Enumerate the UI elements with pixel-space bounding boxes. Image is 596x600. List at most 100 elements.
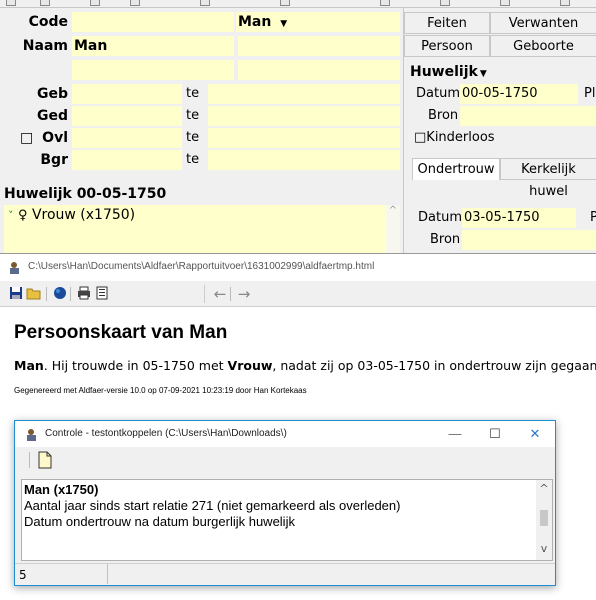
open-folder-icon[interactable] bbox=[26, 286, 42, 302]
new-document-icon[interactable] bbox=[37, 451, 53, 469]
section-title: Huwelijk bbox=[410, 64, 478, 80]
tab-ondertrouw[interactable]: Ondertrouw bbox=[412, 158, 500, 180]
toolbar-button[interactable] bbox=[90, 0, 100, 6]
status-divider bbox=[107, 564, 108, 584]
kinderloos-checkbox[interactable]: □Kinderloos bbox=[414, 128, 495, 148]
person-name: Man bbox=[14, 358, 44, 373]
bron-field[interactable] bbox=[460, 106, 596, 126]
te-label: te bbox=[186, 108, 200, 123]
geb-date-field[interactable] bbox=[72, 84, 182, 104]
code-field[interactable] bbox=[72, 12, 234, 32]
ovl-date-field[interactable] bbox=[72, 128, 182, 148]
naam-field[interactable]: Man bbox=[72, 36, 234, 56]
ovl-place-field[interactable] bbox=[208, 128, 400, 148]
toolbar-button[interactable] bbox=[200, 0, 210, 6]
sex-dropdown-value: Man bbox=[238, 14, 272, 30]
datum2-label: Datum bbox=[418, 210, 462, 225]
te-label: te bbox=[186, 86, 200, 101]
te-label: te bbox=[186, 130, 200, 145]
right-panel: Feiten Verwanten Persoon Geboorte Huweli… bbox=[403, 8, 596, 260]
maximize-button[interactable]: ☐ bbox=[475, 421, 515, 447]
checkbox-icon: □ bbox=[414, 130, 427, 145]
ged-date-field[interactable] bbox=[72, 106, 182, 126]
toolbar-button[interactable] bbox=[560, 0, 570, 6]
bgr-label: Bgr bbox=[40, 152, 68, 168]
forward-icon[interactable]: → bbox=[236, 286, 252, 302]
tab-feiten[interactable]: Feiten bbox=[404, 12, 490, 34]
back-icon[interactable]: ← bbox=[212, 286, 228, 302]
toolbar-button[interactable] bbox=[280, 0, 290, 6]
report-summary: Man. Hij trouwde in 05-1750 met Vrouw, n… bbox=[14, 358, 596, 373]
female-icon: ♀ bbox=[17, 208, 28, 223]
status-count: 5 bbox=[19, 568, 27, 582]
toolbar-button[interactable] bbox=[500, 0, 510, 6]
toolbar-button[interactable] bbox=[440, 0, 450, 6]
tab-persoon[interactable]: Persoon bbox=[404, 35, 490, 57]
chevron-down-icon: ▼ bbox=[479, 69, 487, 79]
huwelijk-title: Huwelijk 00-05-1750 bbox=[4, 186, 167, 202]
dialog-titlebar[interactable]: Controle - testontkoppelen (C:\Users\Han… bbox=[15, 421, 555, 447]
message-lines: Man (x1750) Aantal jaar sinds start rela… bbox=[24, 482, 400, 530]
toolbar-button[interactable] bbox=[380, 0, 390, 6]
naam-extra-field[interactable] bbox=[72, 60, 234, 80]
sex-dropdown[interactable]: Man ▼ bbox=[236, 12, 400, 32]
message-person: Man (x1750) bbox=[24, 482, 99, 497]
toolbar-button[interactable] bbox=[6, 0, 16, 6]
scroll-down-icon[interactable]: v bbox=[536, 542, 552, 555]
chevron-down-icon: ˅ bbox=[8, 209, 14, 222]
chevron-down-icon: ▼ bbox=[280, 19, 288, 29]
dialog-message-area[interactable]: Man (x1750) Aantal jaar sinds start rela… bbox=[21, 479, 553, 561]
save-icon[interactable] bbox=[8, 286, 24, 302]
scroll-up-icon[interactable]: ^ bbox=[536, 482, 552, 495]
ged-place-field[interactable] bbox=[208, 106, 400, 126]
browser-toolbar: ← → bbox=[0, 281, 596, 307]
print-icon[interactable] bbox=[76, 286, 92, 302]
top-toolbar-strip bbox=[0, 0, 596, 8]
bron2-field[interactable] bbox=[462, 230, 596, 250]
close-button[interactable]: ✕ bbox=[515, 421, 555, 447]
toolbar-button[interactable] bbox=[130, 0, 140, 6]
toolbar-separator bbox=[230, 287, 231, 301]
bron2-label: Bron bbox=[430, 232, 461, 247]
kinderloos-label: Kinderloos bbox=[426, 130, 495, 145]
naam-extra-field-2[interactable] bbox=[238, 60, 400, 80]
list-item[interactable]: ˅ ♀ Vrouw (x1750) bbox=[8, 207, 135, 223]
app-icon bbox=[8, 260, 22, 274]
datum2-field[interactable]: 03-05-1750 bbox=[462, 208, 576, 228]
globe-icon[interactable] bbox=[52, 286, 68, 302]
datum-label: Datum bbox=[416, 86, 460, 101]
summary-text-2: , nadat zij op 03-05-1750 in ondertrouw … bbox=[272, 358, 596, 373]
minimize-button[interactable]: — bbox=[435, 421, 475, 447]
message-line: Datum ondertrouw na datum burgerlijk huw… bbox=[24, 514, 295, 529]
toolbar-separator bbox=[70, 287, 71, 301]
bron-label: Bron bbox=[428, 108, 459, 123]
person-edit-panel: Code Man ▼ Naam Man Geb te Ged te □ Ovl … bbox=[0, 8, 400, 265]
document-icon[interactable] bbox=[94, 286, 110, 302]
toolbar-separator bbox=[204, 285, 205, 303]
p-label: P bbox=[590, 210, 596, 225]
huwelijk-section-dropdown[interactable]: Huwelijk ▼ bbox=[410, 64, 487, 80]
bgr-place-field[interactable] bbox=[208, 150, 400, 170]
tab-verwanten[interactable]: Verwanten bbox=[490, 12, 596, 34]
message-line: Aantal jaar sinds start relatie 271 (nie… bbox=[24, 498, 401, 513]
summary-text-1: . Hij trouwde in 05-1750 met bbox=[43, 358, 228, 373]
tab-geboorte[interactable]: Geboorte bbox=[490, 35, 596, 57]
bgr-date-field[interactable] bbox=[72, 150, 182, 170]
controle-dialog: Controle - testontkoppelen (C:\Users\Han… bbox=[14, 420, 556, 586]
scroll-thumb[interactable] bbox=[540, 510, 548, 526]
te-label: te bbox=[186, 152, 200, 167]
datum-field[interactable]: 00-05-1750 bbox=[460, 84, 578, 104]
scrollbar[interactable]: ^ v bbox=[536, 480, 552, 560]
naam-field-2[interactable] bbox=[238, 36, 400, 56]
ovl-checkbox[interactable]: □ bbox=[20, 128, 33, 148]
dialog-toolbar bbox=[15, 448, 555, 472]
geb-place-field[interactable] bbox=[208, 84, 400, 104]
partner-name: Vrouw (x1750) bbox=[31, 207, 136, 223]
window-titlebar[interactable]: C:\Users\Han\Documents\Aldfaer\Rapportui… bbox=[0, 254, 596, 280]
ged-label: Ged bbox=[36, 108, 68, 124]
tab-kerkelijk-huwelijk[interactable]: Kerkelijk huwel bbox=[500, 158, 596, 199]
scroll-up-icon[interactable]: ^ bbox=[389, 205, 397, 216]
partner-name: Vrouw bbox=[227, 358, 273, 373]
code-label: Code bbox=[28, 14, 68, 30]
toolbar-button[interactable] bbox=[40, 0, 50, 6]
